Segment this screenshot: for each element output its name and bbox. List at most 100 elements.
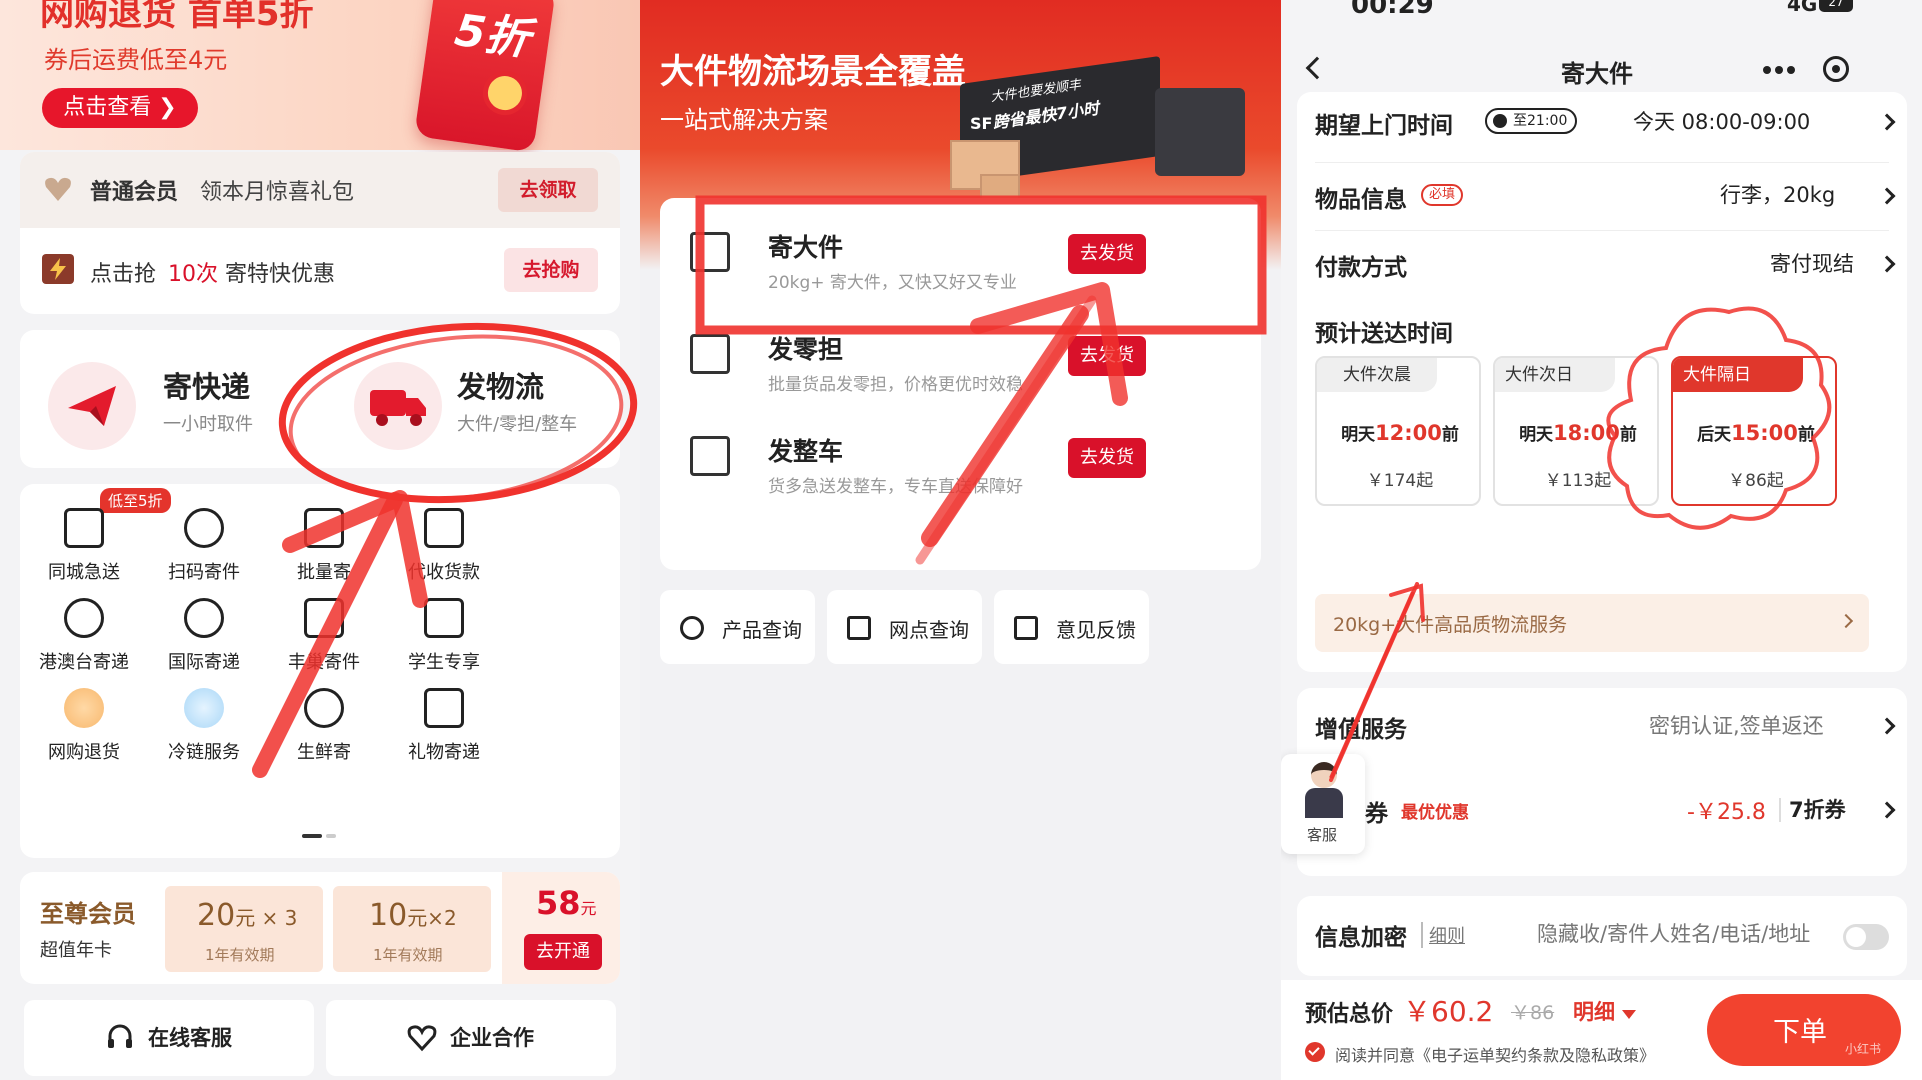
value-added-label: 增值服务 [1315,717,1407,743]
claim-gift-button[interactable]: 去领取 [498,168,598,212]
grid-item[interactable]: 国际寄递 [146,598,262,682]
agree-text[interactable]: 阅读并同意《电子运单契约条款及隐私政策》 [1335,1042,1655,1066]
grid-item[interactable]: 网购退货 [26,688,142,772]
ship-button[interactable]: 去发货 [1068,438,1146,478]
chevron-right-icon [1878,187,1896,205]
grid-item[interactable]: 港澳台寄递 [26,598,142,682]
option-day: 明天 [1519,425,1554,445]
payment-value: 寄付现结 [1770,252,1854,276]
checkout-bar: 预估总价 ￥60.2 ￥86 明细 阅读并同意《电子运单契约条款及隐私政策》 下… [1281,980,1922,1080]
vip-open-button[interactable]: 去开通 [524,934,602,970]
grid-item[interactable]: 同城急送 [26,508,142,592]
delivery-option[interactable]: 大件次晨 明天12:00前 ￥174起 [1315,356,1481,506]
place-order-button[interactable]: 下单 小红书 [1707,994,1901,1066]
grab-offer-button[interactable]: 去抢购 [504,248,598,292]
agent-avatar [1305,762,1343,818]
agree-checkbox[interactable] [1305,1042,1325,1062]
coupon2-validity: 1年有效期 [373,946,443,964]
privacy-rules-link[interactable]: 细则 [1421,922,1465,948]
service-row[interactable]: 发零担 批量货品发零担，价格更优时效稳 去发货 [660,310,1261,410]
service-row[interactable]: 发整车 货多急送发整车，专车直送保障好 去发货 [660,412,1261,512]
grid-item[interactable]: 丰巢寄件 [266,598,382,682]
globe-hk-icon [64,598,104,638]
gift-icon [424,688,464,728]
grid-item-label: 港澳台寄递 [39,652,129,673]
quick-link-button[interactable]: 产品查询 [660,590,815,664]
back-icon[interactable] [1305,56,1329,80]
ship-button[interactable]: 去发货 [1068,336,1146,376]
coupon-label: 券 [1365,801,1388,827]
grid-item-label: 网购退货 [48,742,120,763]
option-time: 15:00 [1731,421,1798,445]
privacy-toggle[interactable] [1843,924,1889,950]
quick-link-label: 意见反馈 [1056,618,1136,642]
option-name: 大件隔日 [1673,358,1803,392]
item-info-row[interactable]: 物品信息 必填 行李，20kg [1297,162,1907,230]
customer-service-float[interactable]: 客服 [1281,754,1365,854]
service-grid: 低至5折 同城急送 扫码寄件 批量寄 代收货款 港澳台寄递 国际寄递 丰巢寄件 学生专享 网购退… [20,484,620,858]
snowflake-icon [184,688,224,728]
send-logistics-title: 发物流 [457,370,545,404]
shopping-cart-icon [64,688,104,728]
grid-item[interactable]: 冷链服务 [146,688,262,772]
ship-button[interactable]: 去发货 [1068,234,1146,274]
grid-item-label: 礼物寄递 [408,742,480,763]
truck-icon [690,436,730,476]
payment-row[interactable]: 付款方式 寄付现结 [1297,230,1907,298]
right-screen: 00:29 4G 27 寄大件 期望上门时间 至21:00 今天 08:00-0… [1281,0,1922,1080]
option-price: ￥174起 [1366,471,1434,491]
grid-item[interactable]: 礼物寄递 [386,688,502,772]
value-added-row[interactable]: 增值服务 密钥认证,签单返还 [1297,688,1907,768]
grid-item-label: 生鲜寄 [297,742,351,763]
vip-title: 至尊会员 [40,900,136,928]
coupon-row[interactable]: 券 最优优惠 -￥25.8 7折券 [1297,768,1907,858]
cube-icon [64,508,104,548]
delivery-option[interactable]: 大件隔日 后天15:00前 ￥86起 [1671,356,1837,506]
grid-item[interactable]: 学生专享 [386,598,502,682]
grid-item[interactable]: 代收货款 [386,508,502,592]
send-logistics-entry[interactable]: 发物流 大件/零担/整车 [320,330,620,468]
chevron-right-icon [1878,717,1896,735]
grid-item-label: 同城急送 [48,562,120,583]
option-suffix: 前 [1797,425,1815,445]
batch-icon [304,508,344,548]
grid-item[interactable]: 批量寄 [266,508,382,592]
grid-item-label: 丰巢寄件 [288,652,360,673]
banner-title: 网购退货 首单5折 [40,0,314,34]
enterprise-button[interactable]: 企业合作 [326,1000,616,1076]
page-indicator [302,834,322,838]
pallet-icon [690,334,730,374]
coupon2-unit: 元×2 [407,906,457,930]
vip-coupon-1: 20元 × 3 1年有效期 [165,886,323,972]
price-detail-button[interactable]: 明细 [1573,996,1637,1026]
quick-link-button[interactable]: 网点查询 [827,590,982,664]
delivery-option[interactable]: 大件次日 明天18:00前 ￥113起 [1493,356,1659,506]
pickup-tag-text: 至21:00 [1513,113,1568,129]
grid-item[interactable]: 生鲜寄 [266,688,382,772]
service-sub: 货多急送发整车，专车直送保障好 [768,477,1023,497]
promo-banner[interactable]: 网购退货 首单5折 券后运费低至4元 点击查看 ❯ 5折 [0,0,640,153]
search-icon [680,616,704,640]
service-banner[interactable]: 20kg+大件高品质物流服务 [1315,594,1869,652]
option-time: 18:00 [1553,421,1620,445]
vip-coupon-2: 10元×2 1年有效期 [333,886,491,972]
service-row[interactable]: 寄大件 20kg+ 寄大件，又快又好又专业 去发货 [660,208,1261,308]
more-menu-icon[interactable] [1761,64,1801,74]
chevron-right-icon [1878,255,1896,273]
option-day: 后天 [1697,425,1732,445]
send-express-entry[interactable]: 寄快递 一小时取件 [20,330,320,468]
service-list: 寄大件 20kg+ 寄大件，又快又好又专业 去发货 发零担 批量货品发零担，价格… [660,198,1261,570]
banner-cta-button[interactable]: 点击查看 ❯ [42,88,198,128]
grid-item[interactable]: 扫码寄件 [146,508,262,592]
banner-subtitle: 一站式解决方案 [660,106,828,134]
send-express-sub: 一小时取件 [163,414,253,435]
online-service-button[interactable]: 在线客服 [24,1000,314,1076]
delivery-title: 预计送达时间 [1315,321,1453,347]
quick-link-button[interactable]: 意见反馈 [994,590,1149,664]
total-old-price: ￥86 [1511,1002,1555,1024]
grid-item-label: 冷链服务 [168,742,240,763]
grid-item-label: 代收货款 [408,562,480,583]
close-target-icon[interactable] [1823,56,1849,82]
pickup-time-row[interactable]: 期望上门时间 至21:00 今天 08:00-09:00 [1297,92,1907,162]
coupon-tag: 最优优惠 [1401,803,1469,823]
